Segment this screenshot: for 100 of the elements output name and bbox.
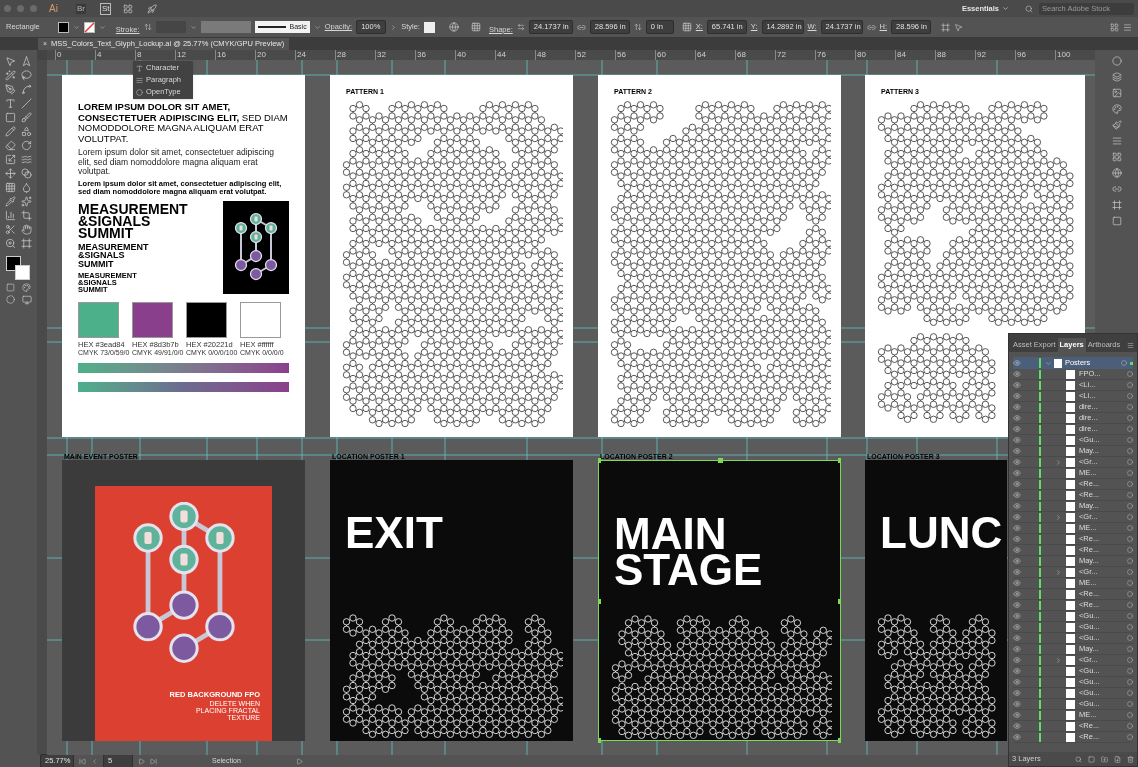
zoom-icon[interactable] xyxy=(4,238,16,249)
eye-icon[interactable] xyxy=(1013,458,1021,466)
target-circle-icon[interactable] xyxy=(1127,624,1133,630)
scale-icon[interactable] xyxy=(4,154,16,165)
eye-icon[interactable] xyxy=(1013,359,1021,367)
frame-icon[interactable] xyxy=(1111,200,1122,210)
eye-icon[interactable] xyxy=(1013,601,1021,609)
eye-icon[interactable] xyxy=(1013,524,1021,532)
chevron-down-icon[interactable] xyxy=(72,23,80,31)
target-circle-icon[interactable] xyxy=(1127,547,1133,553)
chevron-right-icon[interactable] xyxy=(390,23,398,31)
eye-icon[interactable] xyxy=(1013,392,1021,400)
target-circle-icon[interactable] xyxy=(1127,613,1133,619)
image-icon[interactable] xyxy=(1111,88,1122,98)
target-circle-icon[interactable] xyxy=(1127,602,1133,608)
target-circle-icon[interactable] xyxy=(1127,723,1133,729)
height-icon[interactable] xyxy=(633,23,642,31)
chevron-right-icon[interactable] xyxy=(1055,458,1063,466)
pointer-icon[interactable] xyxy=(954,22,964,32)
eye-icon[interactable] xyxy=(1013,656,1021,664)
poster[interactable]: EXIT xyxy=(330,460,573,741)
target-circle-icon[interactable] xyxy=(1127,503,1133,509)
target-circle-icon[interactable] xyxy=(1127,690,1133,696)
rocket-icon[interactable] xyxy=(147,3,158,14)
layout-icon[interactable] xyxy=(123,3,134,14)
eraser-icon[interactable] xyxy=(4,140,16,151)
brush-icon[interactable] xyxy=(21,112,33,123)
file-plus-icon[interactable] xyxy=(1114,755,1121,763)
chevron-down-icon[interactable] xyxy=(313,23,321,31)
arrow-pointer-icon[interactable] xyxy=(4,56,16,67)
menu-icon[interactable] xyxy=(1123,22,1132,32)
target-circle-icon[interactable] xyxy=(1127,701,1133,707)
trash-icon[interactable] xyxy=(1127,755,1134,763)
eye-icon[interactable] xyxy=(1013,425,1021,433)
target-circle-icon[interactable] xyxy=(1127,437,1133,443)
move-arrows-icon[interactable] xyxy=(4,168,16,179)
target-circle-icon[interactable] xyxy=(1127,481,1133,487)
eye-icon[interactable] xyxy=(1013,436,1021,444)
hollow-arrow-icon[interactable] xyxy=(21,56,33,67)
last-icon[interactable] xyxy=(150,757,157,765)
eye-icon[interactable] xyxy=(1013,722,1021,730)
eye-icon[interactable] xyxy=(1013,568,1021,576)
previous-icon[interactable] xyxy=(91,757,98,765)
target-circle-icon[interactable] xyxy=(1127,668,1133,674)
link-icon[interactable] xyxy=(1111,184,1122,194)
rotate-icon[interactable] xyxy=(21,140,33,151)
eye-icon[interactable] xyxy=(1013,502,1021,510)
style-swatch[interactable] xyxy=(423,21,435,33)
target-circle-icon[interactable] xyxy=(1127,470,1133,476)
target-circle-icon[interactable] xyxy=(1127,646,1133,652)
chevron-down-icon[interactable] xyxy=(189,23,197,31)
eye-icon[interactable] xyxy=(1013,447,1021,455)
eye-icon[interactable] xyxy=(1013,612,1021,620)
lasso-icon[interactable] xyxy=(21,70,33,81)
square-icon[interactable] xyxy=(5,283,15,292)
globe-icon[interactable] xyxy=(1111,168,1122,178)
target-circle-icon[interactable] xyxy=(1127,492,1133,498)
eye-icon[interactable] xyxy=(1013,557,1021,565)
target-circle-icon[interactable] xyxy=(1127,679,1133,685)
play-icon[interactable] xyxy=(295,757,303,765)
mesh-grid-icon[interactable] xyxy=(4,182,16,193)
folder-plus-icon[interactable] xyxy=(1101,755,1108,763)
line-icon[interactable] xyxy=(21,98,33,109)
circle-icon[interactable] xyxy=(5,295,15,304)
eye-icon[interactable] xyxy=(1013,634,1021,642)
lines-icon[interactable] xyxy=(1111,136,1122,146)
target-circle-icon[interactable] xyxy=(1127,448,1133,454)
target-circle-icon[interactable] xyxy=(1127,393,1133,399)
target-circle-icon[interactable] xyxy=(1127,580,1133,586)
target-circle-icon[interactable] xyxy=(1127,657,1133,663)
eye-icon[interactable] xyxy=(1013,370,1021,378)
link-icon[interactable] xyxy=(576,22,586,32)
eye-icon[interactable] xyxy=(1013,513,1021,521)
target-circle-icon[interactable] xyxy=(1127,536,1133,542)
target-circle-icon[interactable] xyxy=(1127,558,1133,564)
magic-wand-icon[interactable] xyxy=(4,70,16,81)
target-circle-icon[interactable] xyxy=(1127,514,1133,520)
search-icon[interactable] xyxy=(1025,4,1033,13)
width-icon[interactable] xyxy=(516,23,525,31)
eye-icon[interactable] xyxy=(1013,623,1021,631)
target-circle-icon[interactable] xyxy=(1127,371,1133,377)
chevron-right-icon[interactable] xyxy=(1055,656,1063,664)
bar-chart-icon[interactable] xyxy=(4,210,16,221)
reference-point-icon[interactable] xyxy=(681,22,692,32)
curve-icon[interactable] xyxy=(21,84,33,95)
eye-icon[interactable] xyxy=(1013,645,1021,653)
poster[interactable]: MAIN STAGE xyxy=(598,460,841,741)
eye-icon[interactable] xyxy=(1013,381,1021,389)
variable-width-field[interactable] xyxy=(200,21,251,33)
search-icon[interactable] xyxy=(1075,755,1082,763)
chevron-down-icon[interactable] xyxy=(1044,359,1052,367)
layers-icon[interactable] xyxy=(1111,72,1122,82)
selection-handle[interactable] xyxy=(718,458,723,463)
menu-icon[interactable] xyxy=(1127,342,1134,349)
no-stroke-swatch[interactable] xyxy=(83,21,95,33)
target-circle-icon[interactable] xyxy=(1127,635,1133,641)
grid-icon[interactable] xyxy=(1111,152,1122,162)
target-circle-icon[interactable] xyxy=(1127,426,1133,432)
rectangle-icon[interactable] xyxy=(4,112,16,123)
target-circle-icon[interactable] xyxy=(1127,382,1133,388)
